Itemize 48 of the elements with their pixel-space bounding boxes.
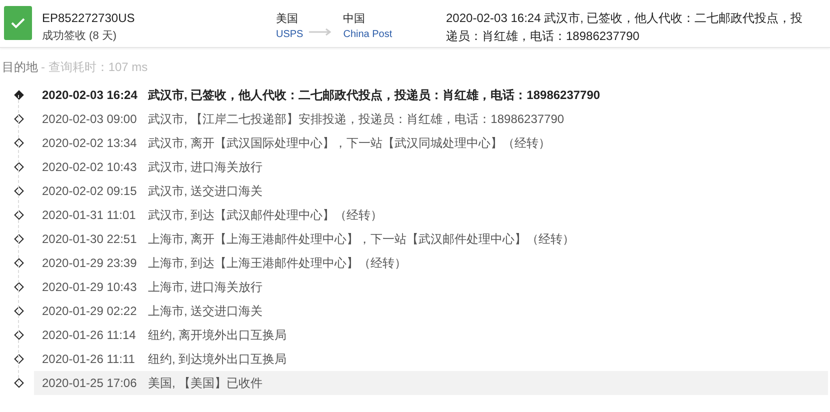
check-icon [4,6,32,40]
event-time: 2020-01-29 02:22 [42,304,138,318]
event-text: 上海市, 送交进口海关 [148,302,263,320]
event-row[interactable]: 2020-01-26 11:11 纽约, 到达境外出口互换局 [34,347,830,371]
event-text: 上海市, 到达【上海王港邮件处理中心】（经转） [148,254,407,272]
event-text: 武汉市, 离开【武汉国际处理中心】，下一站【武汉同城处理中心】（经转） [148,134,551,152]
event-text: 美国, 【美国】已收件 [148,374,263,392]
event-text: 武汉市, 送交进口海关 [148,182,263,200]
event-row[interactable]: 2020-02-03 09:00 武汉市, 【江岸二七投递部】安排投递，投递员：肖红雄，电话：18986237790 [34,107,830,131]
event-text: 纽约, 到达境外出口互换局 [148,350,287,368]
event-time: 2020-01-30 22:51 [42,232,138,246]
event-time: 2020-01-25 17:06 [42,376,138,390]
event-text: 纽约, 离开境外出口互换局 [148,326,287,344]
event-time: 2020-02-02 09:15 [42,184,138,198]
event-time: 2020-02-02 13:34 [42,136,138,150]
event-row[interactable]: 2020-02-03 16:24 武汉市, 已签收，他人代收：二七邮政代投点，投递员：肖红雄，电话：18986237790 [34,83,830,107]
event-text: 武汉市, 进口海关放行 [148,158,263,176]
country-label: 中国 [343,12,366,26]
event-row[interactable]: 2020-01-30 22:51 上海市, 离开【上海王港邮件处理中心】，下一站【武汉邮件处理中心】（经转） [34,227,830,251]
event-row[interactable]: 2020-02-02 13:34 武汉市, 离开【武汉国际处理中心】，下一站【武汉同城处理中心】（经转） [34,131,830,155]
event-row[interactable]: 2020-01-29 02:22 上海市, 送交进口海关 [34,299,830,323]
event-text: 上海市, 进口海关放行 [148,278,263,296]
event-time: 2020-01-29 10:43 [42,280,138,294]
event-time: 2020-02-03 09:00 [42,112,138,126]
carrier-link[interactable]: USPS [276,29,304,40]
event-text: 武汉市, 已签收，他人代收：二七邮政代投点，投递员：肖红雄，电话：18986237790 [148,86,600,104]
event-row[interactable]: 2020-01-31 11:01 武汉市, 到达【武汉邮件处理中心】（经转） [34,203,830,227]
event-text: 武汉市, 到达【武汉邮件处理中心】（经转） [148,206,383,224]
event-row[interactable]: 2020-01-26 11:14 纽约, 离开境外出口互换局 [34,323,830,347]
query-time: - 查询耗时：107 ms [41,60,148,74]
event-time: 2020-01-31 11:01 [42,208,137,222]
event-time: 2020-01-26 11:11 [42,352,136,366]
event-time: 2020-02-03 16:24 [42,88,138,102]
section-title: 目的地 [2,60,38,74]
tracking-number: EP852272730US [42,11,136,25]
event-time: 2020-02-02 10:43 [42,160,138,174]
event-text: 上海市, 离开【上海王港邮件处理中心】，下一站【武汉邮件处理中心】（经转） [148,230,575,248]
event-time: 2020-01-29 23:39 [42,256,138,270]
event-row[interactable]: 2020-01-29 23:39 上海市, 到达【上海王港邮件处理中心】（经转） [34,251,830,275]
event-row[interactable]: 2020-02-02 10:43 武汉市, 进口海关放行 [34,155,830,179]
latest-event-text: 2020-02-03 16:24 武汉市, 已签收，他人代收：二七邮政代投点，投递员：肖红雄，电话：18986237790 [446,10,804,45]
country-label: 美国 [276,12,299,26]
event-row[interactable]: 2020-01-29 10:43 上海市, 进口海关放行 [34,275,830,299]
event-row[interactable]: 2020-02-02 09:15 武汉市, 送交进口海关 [34,179,830,203]
status-text: 成功签收 (8 天) [42,29,118,43]
event-time: 2020-01-26 11:14 [42,328,137,342]
event-text: 武汉市, 【江岸二七投递部】安排投递，投递员：肖红雄，电话：18986237790 [148,110,564,128]
carrier-link[interactable]: China Post [343,29,392,40]
